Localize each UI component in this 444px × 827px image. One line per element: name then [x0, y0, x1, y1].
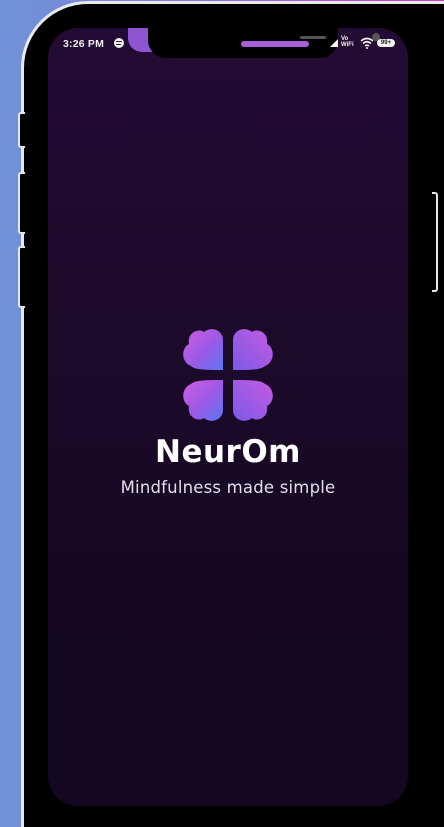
wifi-icon	[360, 37, 374, 49]
brand-block: NeurOm Mindfulness made simple	[48, 326, 408, 497]
app-name: NeurOm	[155, 434, 301, 470]
status-bar: 3:26 PM Vo WiFi 99+	[48, 28, 408, 58]
phone-button-power	[432, 192, 438, 292]
spotify-icon	[114, 38, 124, 48]
phone-button-volume-up	[18, 172, 25, 234]
splash-screen: 3:26 PM Vo WiFi 99+ NeurOm Mindfulness m…	[48, 28, 408, 806]
status-time: 3:26 PM	[63, 38, 105, 50]
battery-icon: 99+	[377, 39, 395, 47]
neurom-clover-brain-icon	[183, 329, 273, 421]
device-backdrop: 3:26 PM Vo WiFi 99+ NeurOm Mindfulness m…	[0, 0, 444, 827]
vowifi-label: Vo WiFi	[341, 36, 354, 48]
phone-button-mute	[18, 112, 25, 148]
earpiece-speaker	[300, 36, 326, 39]
signal-icon	[330, 39, 338, 47]
app-tagline: Mindfulness made simple	[120, 478, 336, 497]
dynamic-island-pill	[241, 41, 309, 47]
phone-button-volume-down	[18, 246, 25, 308]
